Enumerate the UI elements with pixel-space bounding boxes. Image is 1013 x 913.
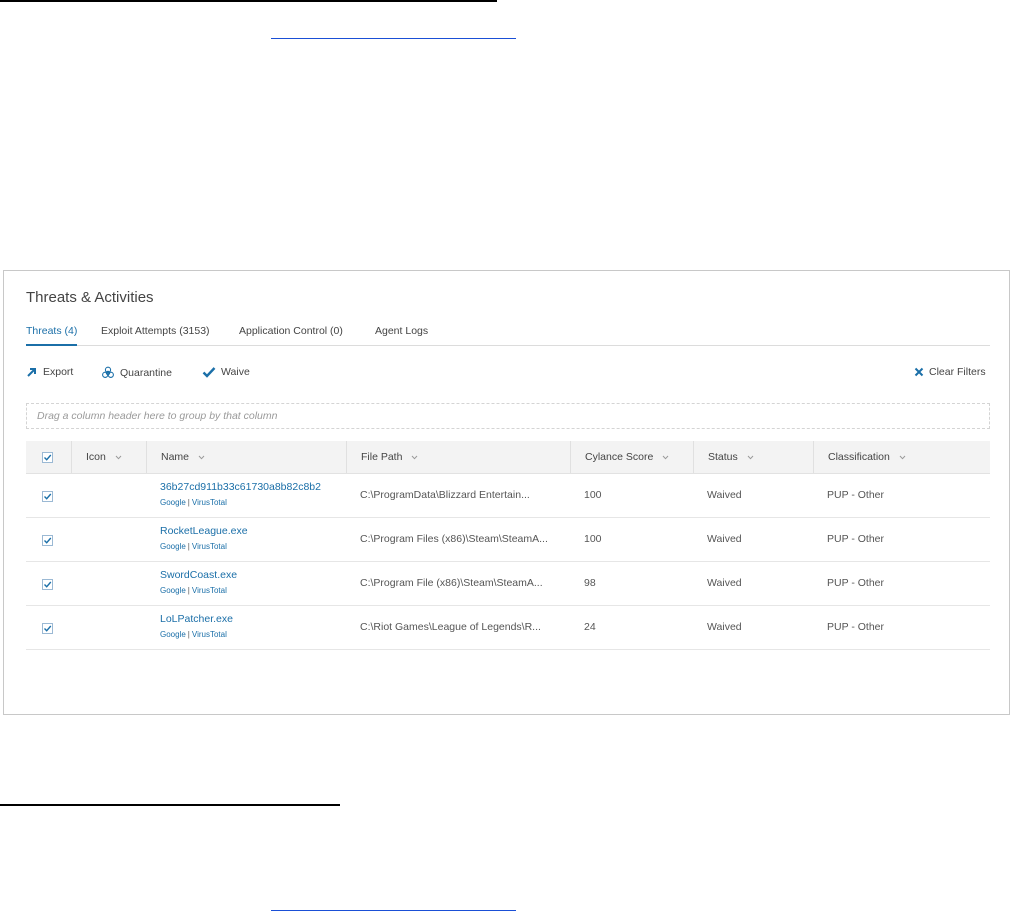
table-row[interactable]: RocketLeague.exe Google | VirusTotal C:\Pr… [26, 518, 990, 562]
classification-cell: PUP - Other [827, 533, 884, 545]
table-row[interactable]: SwordCoast.exe Google | VirusTotal C:\Prog… [26, 562, 990, 606]
file-path-cell: C:\Program Files (x86)\Steam\SteamA... [360, 533, 548, 545]
quarantine-button[interactable]: Quarantine [101, 366, 172, 380]
cylance-score-cell: 100 [584, 489, 602, 501]
classification-cell: PUP - Other [827, 489, 884, 501]
header-select-all[interactable] [26, 441, 71, 473]
biohazard-icon [101, 366, 115, 380]
tab-agent-logs[interactable]: Agent Logs [375, 325, 428, 337]
status-cell: Waived [707, 577, 742, 589]
close-icon [914, 367, 924, 377]
status-cell: Waived [707, 489, 742, 501]
tab-application-control[interactable]: Application Control (0) [239, 325, 343, 337]
lookup-links: Google | VirusTotal [160, 542, 227, 551]
google-link[interactable]: Google [160, 586, 186, 595]
threats-table: Icon Name File Path Cylance Score Status… [26, 441, 990, 650]
panel-title: Threats & Activities [26, 289, 154, 306]
virustotal-link[interactable]: VirusTotal [192, 630, 227, 639]
lookup-links: Google | VirusTotal [160, 586, 227, 595]
threat-name-link[interactable]: RocketLeague.exe [160, 525, 248, 537]
tab-exploit-attempts[interactable]: Exploit Attempts (3153) [101, 325, 210, 337]
document-rule-bottom [0, 804, 340, 806]
tab-threats[interactable]: Threats (4) [26, 325, 78, 346]
export-label: Export [43, 366, 74, 378]
document-link-underline-bottom [271, 910, 516, 911]
select-all-checkbox[interactable] [42, 452, 53, 463]
chevron-down-icon [198, 441, 205, 473]
row-checkbox[interactable] [42, 491, 53, 502]
table-header: Icon Name File Path Cylance Score Status… [26, 441, 990, 474]
tab-bar: Threats (4) Exploit Attempts (3153) Appl… [26, 323, 990, 346]
toolbar: Export Quarantine Waive Clear Filters [26, 366, 990, 384]
row-checkbox[interactable] [42, 535, 53, 546]
export-button[interactable]: Export [26, 366, 73, 378]
row-checkbox[interactable] [42, 623, 53, 634]
file-path-cell: C:\Program File (x86)\Steam\SteamA... [360, 577, 543, 589]
column-header-cylance-score[interactable]: Cylance Score [570, 441, 693, 473]
name-cell: 36b27cd911b33c61730a8b82c8b2 Google | Viru… [146, 474, 346, 517]
threat-name-link[interactable]: 36b27cd911b33c61730a8b82c8b2 [160, 481, 321, 493]
virustotal-link[interactable]: VirusTotal [192, 542, 227, 551]
chevron-down-icon [411, 441, 418, 473]
name-cell: SwordCoast.exe Google | VirusTotal [146, 562, 346, 605]
table-row[interactable]: LoLPatcher.exe Google | VirusTotal C:\Riot… [26, 606, 990, 650]
group-by-drop-zone[interactable]: Drag a column header here to group by th… [26, 403, 990, 429]
quarantine-label: Quarantine [120, 367, 172, 379]
google-link[interactable]: Google [160, 630, 186, 639]
row-checkbox[interactable] [42, 579, 53, 590]
threat-name-link[interactable]: SwordCoast.exe [160, 569, 237, 581]
waive-button[interactable]: Waive [202, 366, 250, 378]
export-arrow-icon [26, 366, 38, 378]
status-cell: Waived [707, 533, 742, 545]
chevron-down-icon [662, 441, 669, 473]
column-header-status[interactable]: Status [693, 441, 813, 473]
threat-name-link[interactable]: LoLPatcher.exe [160, 613, 233, 625]
google-link[interactable]: Google [160, 498, 186, 507]
file-path-cell: C:\Riot Games\League of Legends\R... [360, 621, 541, 633]
table-row[interactable]: 36b27cd911b33c61730a8b82c8b2 Google | Viru… [26, 474, 990, 518]
clear-filters-label: Clear Filters [929, 366, 986, 378]
column-header-file-path[interactable]: File Path [346, 441, 570, 473]
file-path-cell: C:\ProgramData\Blizzard Entertain... [360, 489, 530, 501]
clear-filters-button[interactable]: Clear Filters [914, 366, 986, 378]
name-cell: RocketLeague.exe Google | VirusTotal [146, 518, 346, 561]
virustotal-link[interactable]: VirusTotal [192, 498, 227, 507]
document-rule-top [0, 0, 497, 2]
lookup-links: Google | VirusTotal [160, 630, 227, 639]
cylance-score-cell: 24 [584, 621, 596, 633]
chevron-down-icon [899, 441, 906, 473]
status-cell: Waived [707, 621, 742, 633]
column-header-classification[interactable]: Classification [813, 441, 990, 473]
classification-cell: PUP - Other [827, 577, 884, 589]
column-header-icon[interactable]: Icon [71, 441, 146, 473]
chevron-down-icon [115, 441, 122, 473]
chevron-down-icon [747, 441, 754, 473]
cylance-score-cell: 100 [584, 533, 602, 545]
checkmark-icon [202, 366, 216, 378]
threats-activities-panel: Threats & Activities Threats (4) Exploit… [3, 270, 1010, 715]
virustotal-link[interactable]: VirusTotal [192, 586, 227, 595]
document-link-underline-top [271, 38, 516, 39]
waive-label: Waive [221, 366, 250, 378]
column-header-name[interactable]: Name [146, 441, 346, 473]
lookup-links: Google | VirusTotal [160, 498, 227, 507]
name-cell: LoLPatcher.exe Google | VirusTotal [146, 606, 346, 649]
classification-cell: PUP - Other [827, 621, 884, 633]
google-link[interactable]: Google [160, 542, 186, 551]
cylance-score-cell: 98 [584, 577, 596, 589]
